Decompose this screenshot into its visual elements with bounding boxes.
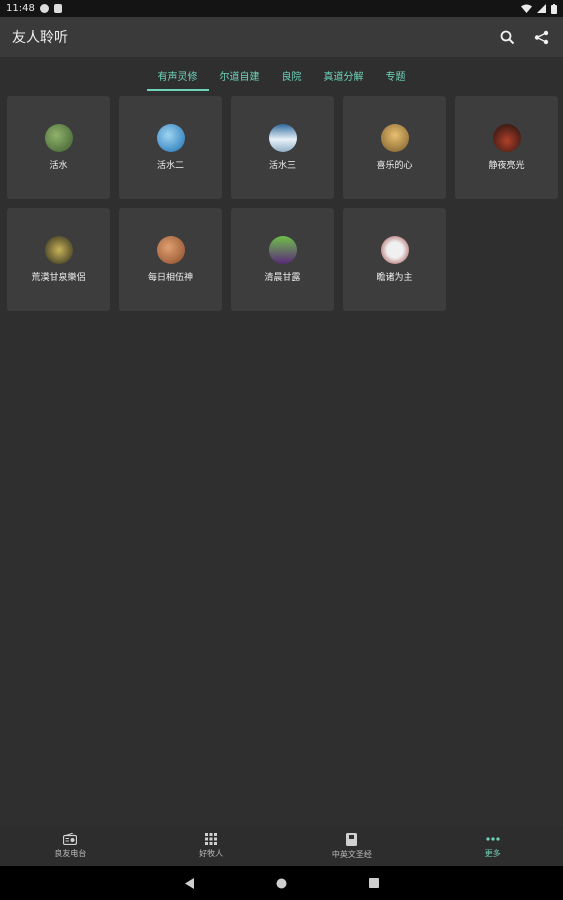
- share-button[interactable]: [531, 27, 551, 47]
- program-avatar: [268, 236, 297, 264]
- tab-self-built[interactable]: 尔道自建: [209, 57, 271, 93]
- search-button[interactable]: [497, 27, 517, 47]
- wifi-icon: [521, 4, 532, 13]
- program-avatar: [156, 236, 185, 264]
- tab-topics[interactable]: 专题: [375, 57, 417, 93]
- tab-liangyuan[interactable]: 良院: [271, 57, 313, 93]
- status-bar: 11:48: [0, 0, 563, 17]
- program-card[interactable]: 瞻诸为主: [343, 208, 446, 311]
- nav-label: 中英文圣经: [331, 849, 372, 859]
- program-label: 每日相伍神: [147, 273, 193, 283]
- nav-label: 更多: [484, 849, 501, 858]
- radio-icon: [63, 833, 78, 845]
- more-icon: [486, 837, 500, 841]
- program-avatar: [44, 124, 73, 152]
- tab-audio-devotion[interactable]: 有声灵修: [146, 57, 209, 93]
- notification-icon: [39, 4, 49, 13]
- recents-button[interactable]: [364, 873, 384, 893]
- battery-icon: [551, 3, 557, 14]
- app-bar: 友人聆听: [0, 17, 563, 57]
- nav-item-good-shepherd[interactable]: 好牧人: [141, 826, 282, 866]
- program-label: 喜乐的心: [376, 161, 413, 171]
- program-card[interactable]: 活水二: [119, 96, 222, 199]
- nav-item-bible[interactable]: 中英文圣经: [282, 826, 423, 866]
- nav-label: 良友电台: [54, 849, 87, 858]
- program-card[interactable]: 每日相伍神: [119, 208, 222, 311]
- program-avatar: [380, 124, 409, 152]
- grid-icon: [205, 833, 218, 845]
- program-card[interactable]: 喜乐的心: [343, 96, 446, 199]
- back-icon: [184, 877, 194, 889]
- program-card[interactable]: 荒漠甘泉樂侶: [7, 208, 110, 311]
- program-card[interactable]: 活水三: [231, 96, 334, 199]
- program-label: 活水二: [156, 161, 184, 171]
- sim-icon: [53, 4, 62, 13]
- search-icon: [500, 30, 514, 44]
- program-label: 瞻诸为主: [376, 273, 413, 283]
- program-label: 活水三: [268, 161, 296, 171]
- home-button[interactable]: [272, 873, 292, 893]
- back-button[interactable]: [180, 873, 200, 893]
- program-card[interactable]: 活水: [7, 96, 110, 199]
- signal-icon: [537, 4, 546, 13]
- program-card[interactable]: 清晨甘露: [231, 208, 334, 311]
- bottom-nav: 良友电台 好牧人 中英文圣经 更多: [0, 826, 563, 866]
- book-icon: [346, 832, 358, 846]
- program-card[interactable]: 静夜亮光: [455, 96, 558, 199]
- program-avatar: [156, 124, 185, 152]
- program-label: 荒漠甘泉樂侶: [31, 273, 86, 283]
- program-avatar: [492, 124, 521, 152]
- nav-item-more[interactable]: 更多: [422, 826, 563, 866]
- program-label: 活水: [49, 161, 68, 171]
- tab-bar: 有声灵修 尔道自建 良院 真道分解 专题: [0, 57, 563, 93]
- nav-item-radio[interactable]: 良友电台: [0, 826, 141, 866]
- app-title: 友人聆听: [12, 30, 68, 46]
- system-nav-bar: [0, 866, 563, 900]
- home-icon: [276, 878, 287, 888]
- program-avatar: [44, 236, 73, 264]
- program-label: 清晨甘露: [264, 273, 301, 283]
- program-avatar: [380, 236, 409, 264]
- program-label: 静夜亮光: [488, 161, 525, 171]
- status-time: 11:48: [6, 3, 35, 14]
- recents-icon: [368, 878, 379, 888]
- program-avatar: [268, 124, 297, 152]
- tab-truth-exposition[interactable]: 真道分解: [313, 57, 375, 93]
- share-icon: [534, 30, 548, 44]
- nav-label: 好牧人: [199, 849, 224, 858]
